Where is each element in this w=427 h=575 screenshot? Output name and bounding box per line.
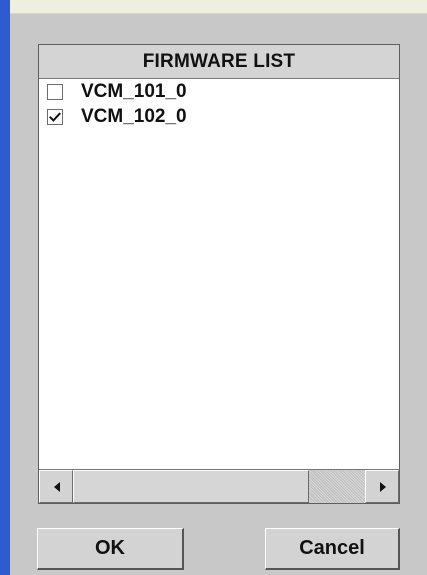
list-item-vcm-101-0[interactable]: VCM_101_0 <box>39 81 399 105</box>
scroll-left-button[interactable] <box>39 470 73 503</box>
top-strip <box>10 0 427 14</box>
firmware-list-panel: FIRMWARE LIST VCM_101_0 VCM_102_0 <box>38 44 400 504</box>
firmware-list: VCM_101_0 VCM_102_0 <box>39 79 399 469</box>
scroll-thumb[interactable] <box>73 470 309 503</box>
horizontal-scrollbar[interactable] <box>39 469 399 503</box>
checkmark-icon <box>49 112 61 122</box>
left-accent-bar <box>0 0 10 575</box>
checkbox-vcm-101-0[interactable] <box>47 84 63 100</box>
list-item-label: VCM_101_0 <box>81 81 187 102</box>
firmware-list-header: FIRMWARE LIST <box>39 45 399 79</box>
triangle-right-icon <box>380 482 386 492</box>
scroll-track[interactable] <box>73 470 365 503</box>
cancel-button[interactable]: Cancel <box>265 528 400 570</box>
scroll-right-button[interactable] <box>365 470 399 503</box>
ok-button[interactable]: OK <box>37 528 184 570</box>
list-item-vcm-102-0[interactable]: VCM_102_0 <box>39 106 399 130</box>
firmware-list-title: FIRMWARE LIST <box>142 50 296 72</box>
checkbox-vcm-102-0[interactable] <box>47 109 63 125</box>
list-item-label: VCM_102_0 <box>81 106 187 127</box>
triangle-left-icon <box>54 482 60 492</box>
firmware-dialog: FIRMWARE LIST VCM_101_0 VCM_102_0 OK Can… <box>10 14 427 575</box>
